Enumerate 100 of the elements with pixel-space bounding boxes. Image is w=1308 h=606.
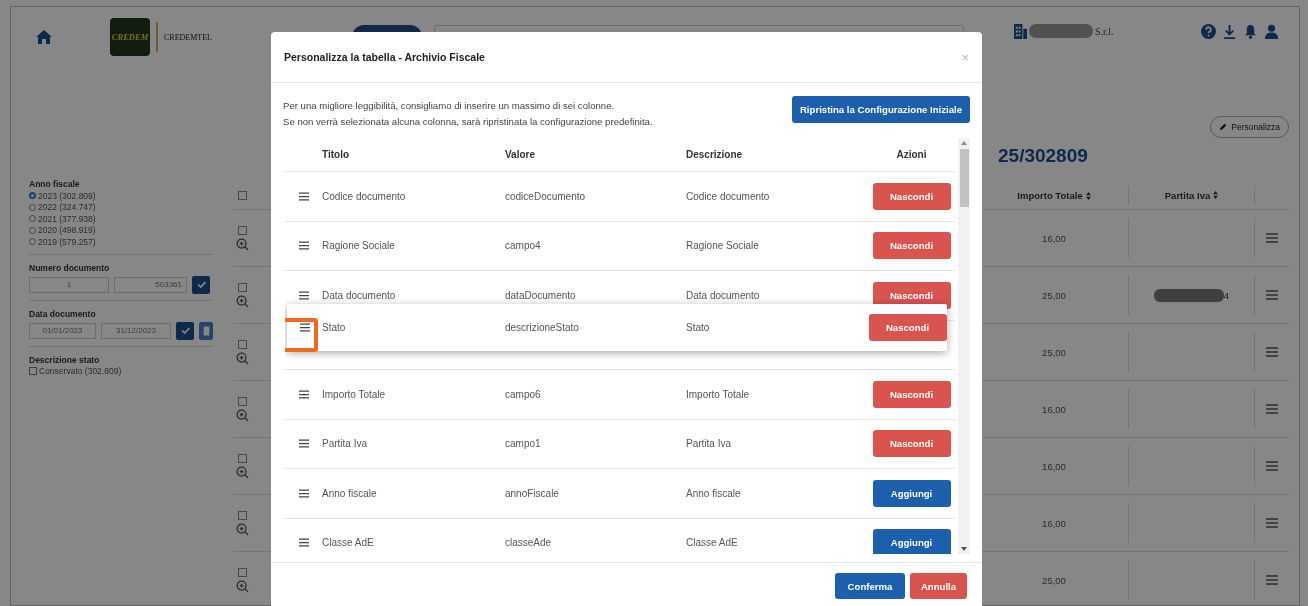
column-header: Valore bbox=[505, 149, 537, 160]
table-cell-text: Data documento bbox=[686, 289, 761, 301]
company-name: S.r.l. bbox=[1095, 25, 1114, 37]
option-label: Conservato (302.809) bbox=[39, 366, 122, 377]
action-button[interactable]: Aggiungi bbox=[872, 479, 951, 507]
table-cell-text: campo4 bbox=[505, 240, 542, 252]
table-cell-text: Codice documento bbox=[322, 190, 407, 202]
user-icon[interactable] bbox=[1264, 23, 1279, 39]
apply-button[interactable] bbox=[176, 321, 194, 340]
bell-icon[interactable] bbox=[1243, 23, 1258, 39]
menu-icon[interactable] bbox=[1266, 404, 1278, 414]
table-cell-text: Ragione Sociale bbox=[686, 240, 760, 252]
zoom-in-icon[interactable] bbox=[236, 408, 249, 422]
table-cell-text: 25,00 bbox=[1041, 289, 1067, 301]
sort-icon bbox=[1213, 191, 1219, 200]
number-to-field[interactable]: 503361 bbox=[114, 276, 187, 293]
table-cell-text: Partita Iva bbox=[322, 438, 369, 450]
apply-button[interactable] bbox=[192, 275, 210, 294]
table-cell-text: descrizioneStato bbox=[505, 321, 580, 333]
dialog-title: Personalizza la tabella - Archivio Fiscale bbox=[284, 51, 485, 63]
table-cell-text: 16,00 bbox=[1041, 403, 1067, 415]
cancel-button[interactable]: Annulla bbox=[910, 573, 967, 599]
menu-icon[interactable] bbox=[1266, 518, 1278, 528]
zoom-in-icon[interactable] bbox=[236, 237, 249, 251]
home-icon[interactable] bbox=[36, 30, 52, 44]
drag-handle-icon[interactable] bbox=[299, 322, 310, 332]
menu-icon[interactable] bbox=[1266, 461, 1278, 471]
zoom-in-icon[interactable] bbox=[236, 294, 249, 308]
table-cell-text: Importo Totale bbox=[686, 388, 751, 400]
menu-icon[interactable] bbox=[1266, 575, 1278, 585]
action-button[interactable]: Nascondi bbox=[872, 232, 951, 260]
result-count: 25/302809 bbox=[998, 145, 1088, 167]
drag-handle-icon[interactable] bbox=[298, 488, 309, 498]
scrollbar[interactable] bbox=[958, 138, 970, 554]
close-button[interactable]: × bbox=[961, 49, 969, 65]
action-button[interactable]: Nascondi bbox=[872, 380, 951, 408]
checkbox[interactable] bbox=[238, 225, 247, 235]
checkbox[interactable] bbox=[238, 396, 247, 406]
drag-handle-icon[interactable] bbox=[298, 290, 309, 300]
drag-handle-icon[interactable] bbox=[298, 389, 309, 399]
confirm-button[interactable]: Conferma bbox=[835, 573, 905, 599]
option-label: 2022 (324.747) bbox=[38, 202, 96, 213]
table-cell-text: campo1 bbox=[505, 438, 542, 450]
checkbox[interactable] bbox=[29, 367, 37, 376]
menu-icon[interactable] bbox=[1266, 347, 1278, 357]
table-cell: 4 bbox=[1223, 289, 1230, 301]
column-header[interactable]: Partita Iva bbox=[1128, 186, 1254, 205]
reset-button[interactable]: Ripristina la Configurazione Iniziale bbox=[791, 96, 970, 123]
column-header: Descrizione bbox=[686, 149, 744, 160]
table-cell-text: Anno fiscale bbox=[686, 487, 742, 499]
table-cell-text: 16,00 bbox=[1041, 460, 1067, 472]
checkbox[interactable] bbox=[238, 453, 247, 463]
table-cell-text: Anno fiscale bbox=[322, 487, 378, 499]
action-button[interactable]: Aggiungi bbox=[872, 529, 951, 554]
filter-label: Anno fiscale bbox=[29, 179, 81, 189]
drag-handle-icon[interactable] bbox=[298, 439, 309, 449]
help-icon[interactable] bbox=[1201, 23, 1216, 39]
checkbox[interactable] bbox=[238, 510, 247, 520]
action-button[interactable]: Nascondi bbox=[872, 182, 951, 210]
column-header[interactable]: Importo Totale bbox=[980, 182, 1128, 209]
radio-button[interactable] bbox=[29, 192, 36, 200]
table-cell-text: Classe AdE bbox=[322, 537, 375, 549]
scroll-down-icon[interactable] bbox=[961, 547, 967, 551]
action-button[interactable]: Nascondi bbox=[868, 313, 947, 341]
drag-handle-icon[interactable] bbox=[298, 538, 309, 548]
intro-text: Se non verrà selezionata alcuna colonna, sarà ripristinata la configurazione predefinita. bbox=[283, 114, 653, 129]
option-label: 2023 (302.809) bbox=[38, 190, 96, 201]
checkbox[interactable] bbox=[238, 567, 247, 577]
checkbox[interactable] bbox=[238, 339, 247, 349]
building-icon bbox=[1014, 23, 1027, 39]
scrollbar-thumb[interactable] bbox=[959, 149, 969, 207]
table-cell-text: classeAde bbox=[505, 537, 553, 549]
intro-text: Per una migliore leggibilità, consigliamo di inserire un massimo di sei colonne. bbox=[283, 99, 616, 113]
date-to-field[interactable]: 31/12/2023 bbox=[101, 322, 171, 339]
zoom-in-icon[interactable] bbox=[236, 522, 249, 536]
scroll-up-icon[interactable] bbox=[961, 141, 967, 145]
download-icon[interactable] bbox=[1222, 23, 1237, 39]
action-button[interactable]: Nascondi bbox=[872, 430, 951, 458]
table-cell-text: Importo Totale bbox=[322, 388, 387, 400]
drag-handle-icon[interactable] bbox=[298, 241, 309, 251]
dragged-row[interactable]: Stato descrizioneStato Stato Nascondi bbox=[287, 303, 947, 351]
menu-icon[interactable] bbox=[1266, 233, 1278, 243]
delete-button[interactable] bbox=[199, 321, 213, 340]
table-cell-text: Stato bbox=[322, 321, 347, 333]
drag-handle-icon[interactable] bbox=[298, 191, 309, 201]
table-cell-text: annoFiscale bbox=[505, 487, 560, 499]
zoom-in-icon[interactable] bbox=[236, 579, 249, 593]
option-label: 2020 (498.919) bbox=[38, 225, 96, 236]
check-icon bbox=[195, 279, 207, 290]
zoom-in-icon[interactable] bbox=[236, 351, 249, 365]
table-cell-text: 16,00 bbox=[1041, 232, 1067, 244]
table-cell-text: Data documento bbox=[322, 289, 397, 301]
checkbox[interactable] bbox=[238, 191, 247, 200]
option-label: 2019 (579.257) bbox=[38, 236, 96, 247]
date-from-field[interactable]: 01/01/2023 bbox=[29, 322, 96, 339]
table-cell-text: Partita Iva bbox=[686, 438, 733, 450]
zoom-in-icon[interactable] bbox=[236, 465, 249, 479]
column-header: Titolo bbox=[322, 149, 351, 160]
menu-icon[interactable] bbox=[1266, 290, 1278, 300]
checkbox[interactable] bbox=[238, 282, 247, 292]
